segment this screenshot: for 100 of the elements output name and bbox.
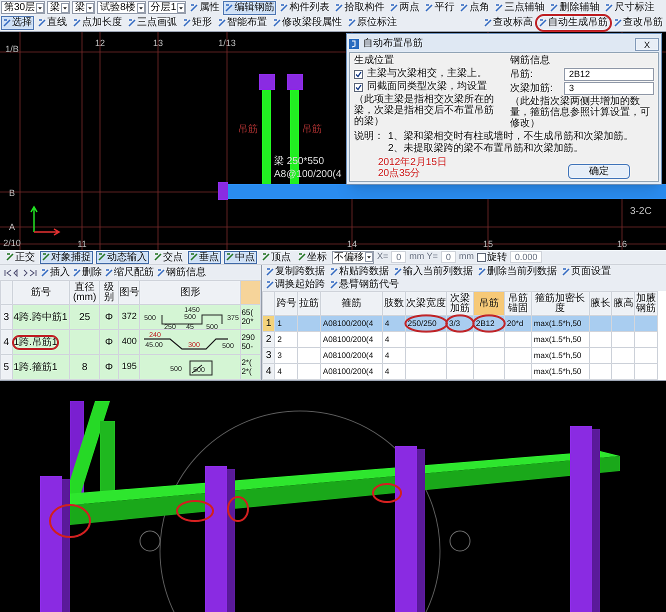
- toolbar-button[interactable]: 粘贴跨数据: [330, 265, 389, 278]
- table-cell: 4: [384, 366, 390, 377]
- caret-icon: [61, 2, 70, 13]
- caret-icon: [36, 2, 44, 13]
- rebar-shape-drawing: [162, 314, 223, 324]
- table-cell: A08100/200(4: [322, 318, 374, 329]
- coordinate-label: mm Y=: [409, 250, 438, 264]
- tool-icon: [562, 268, 570, 276]
- caret-icon: [177, 2, 186, 13]
- checkbox[interactable]: [354, 82, 363, 92]
- table-cell: 2: [277, 334, 282, 345]
- toolbar-button[interactable]: 缩尺配筋: [105, 265, 154, 280]
- toolbar-button[interactable]: 查改标高: [482, 16, 535, 30]
- input-field[interactable]: 0: [440, 251, 456, 263]
- caret-icon: [365, 252, 373, 262]
- input-field[interactable]: 2B12: [564, 68, 654, 81]
- checkbox[interactable]: [476, 252, 486, 262]
- column-header: 次梁宽度: [405, 292, 446, 316]
- ok-button[interactable]: 确定: [568, 164, 630, 179]
- row-number: 2: [262, 332, 275, 348]
- toolbar-button[interactable]: 删除辅轴: [548, 0, 602, 15]
- caret-icon: [136, 2, 145, 13]
- toolbar-button[interactable]: 直线: [36, 16, 69, 30]
- toolbar-button[interactable]: 三点画弧: [126, 16, 179, 30]
- snap-toggle[interactable]: 正交: [4, 250, 37, 264]
- toolbar-button[interactable]: 修改梁段属性: [271, 16, 344, 30]
- snap-toggle[interactable]: 中点: [224, 250, 257, 264]
- snap-toggle[interactable]: 顶点: [260, 250, 293, 264]
- date-text: 2012年2月15日: [378, 157, 447, 168]
- table-row[interactable]: 2 2 A08100/200(4 4 max(1.5*h,50: [262, 332, 658, 348]
- tool-icon: [38, 19, 46, 28]
- toolbar-button[interactable]: 原位标注: [346, 16, 399, 30]
- tool-icon: [266, 280, 274, 288]
- axis-label: 14: [347, 239, 357, 249]
- toolbar-button[interactable]: 查改吊筋: [612, 16, 665, 30]
- tool-icon: [42, 253, 50, 261]
- level-dropdown[interactable]: 试验8楼: [97, 1, 146, 14]
- snap-toggle[interactable]: 对象捕捉: [40, 250, 93, 264]
- level-dropdown[interactable]: 第30层: [1, 1, 46, 14]
- snap-toggle[interactable]: 动态输入: [96, 250, 149, 264]
- toolbar-button[interactable]: 属性: [188, 0, 222, 15]
- group-title: 钢筋信息: [510, 55, 551, 67]
- toolbar-button[interactable]: 矩形: [181, 16, 214, 30]
- group-title: 生成位置: [354, 55, 395, 67]
- table-cell: 1: [277, 318, 282, 329]
- toolbar-button[interactable]: 两点: [388, 0, 422, 15]
- row-number: 1: [262, 316, 275, 332]
- checkbox[interactable]: [354, 70, 363, 78]
- table-cell: A08100/200(4: [322, 366, 374, 377]
- toolbar-button[interactable]: 页面设置: [562, 265, 611, 278]
- annotation-circle: [472, 315, 505, 332]
- toolbar-button[interactable]: 删除当前列数据: [478, 265, 557, 278]
- coordinate-label: mm: [458, 250, 474, 264]
- input-field[interactable]: 0: [391, 251, 406, 263]
- input-field[interactable]: 3: [564, 82, 654, 95]
- level-dropdown[interactable]: 梁: [72, 1, 96, 14]
- table-row[interactable]: 4 4 A08100/200(4 4 max(1.5*h,50: [262, 364, 658, 380]
- snap-toggle[interactable]: 垂点: [188, 250, 221, 264]
- axis-label: 15: [483, 239, 493, 249]
- level-dropdown[interactable]: 梁: [47, 1, 70, 14]
- rebar-shape-drawing: [190, 360, 213, 376]
- toolbar-button[interactable]: 点角: [458, 0, 492, 15]
- level-dropdown[interactable]: 分层1: [148, 1, 186, 14]
- offset-dropdown[interactable]: 不偏移: [332, 250, 374, 264]
- toolbar-button[interactable]: 悬臂钢筋代号: [330, 278, 399, 291]
- note-text: （此项主梁是指相交次梁所在的梁，次梁是指相交后不布置吊筋的梁）: [354, 94, 495, 127]
- toolbar-button[interactable]: 插入: [41, 265, 70, 280]
- field-label: 次梁加筋:: [510, 82, 554, 94]
- structure-3d-drawing[interactable]: [0, 381, 666, 612]
- toolbar-button[interactable]: 点加长度: [71, 16, 124, 30]
- toolbar-button[interactable]: 钢筋信息: [157, 265, 206, 280]
- table-cell: 400: [122, 336, 137, 346]
- toolbar-button[interactable]: 三点辅轴: [493, 0, 546, 15]
- input-field[interactable]: 0.000: [510, 251, 542, 263]
- tool-icon: [605, 4, 614, 12]
- toolbar-button[interactable]: 选择: [1, 16, 34, 30]
- snap-toggle[interactable]: 坐标: [296, 250, 329, 264]
- toolbar-button[interactable]: 调换起始跨: [266, 278, 325, 291]
- tool-icon: [539, 19, 547, 28]
- close-button[interactable]: X: [634, 38, 659, 50]
- toolbar-button[interactable]: 输入当前列数据: [394, 265, 473, 278]
- toolbar-button[interactable]: 智能布置: [216, 16, 269, 30]
- table-cell: 250/250: [408, 318, 437, 329]
- toolbar-button[interactable]: 删除: [73, 265, 102, 280]
- rebar-label: 吊筋: [238, 124, 258, 135]
- toolbar-button[interactable]: 自动生成吊筋: [537, 16, 610, 30]
- tool-icon: [183, 19, 191, 28]
- table-row[interactable]: 1 1 A08100/200(4 4 250/250 3/3 2B12 20*d max(1.5*h,50: [262, 316, 658, 332]
- toolbar-button[interactable]: 编辑钢筋: [223, 0, 276, 15]
- toolbar-button[interactable]: 尺寸标注: [603, 0, 656, 15]
- table-row[interactable]: 3 3 A08100/200(4 4 max(1.5*h,50: [262, 348, 658, 364]
- toolbar-button[interactable]: 构件列表: [278, 0, 332, 15]
- toolbar-button[interactable]: 拾取构件: [333, 0, 386, 15]
- snap-toggle[interactable]: 交点: [152, 250, 185, 264]
- navigation-icon[interactable]: [4, 268, 38, 276]
- tool-icon: [280, 4, 288, 12]
- toolbar-button[interactable]: 复制跨数据: [266, 265, 325, 278]
- toolbar-button[interactable]: 平行: [423, 0, 456, 15]
- table-cell: A08100/200(4: [322, 334, 374, 345]
- table-cell: 2B12: [476, 318, 495, 329]
